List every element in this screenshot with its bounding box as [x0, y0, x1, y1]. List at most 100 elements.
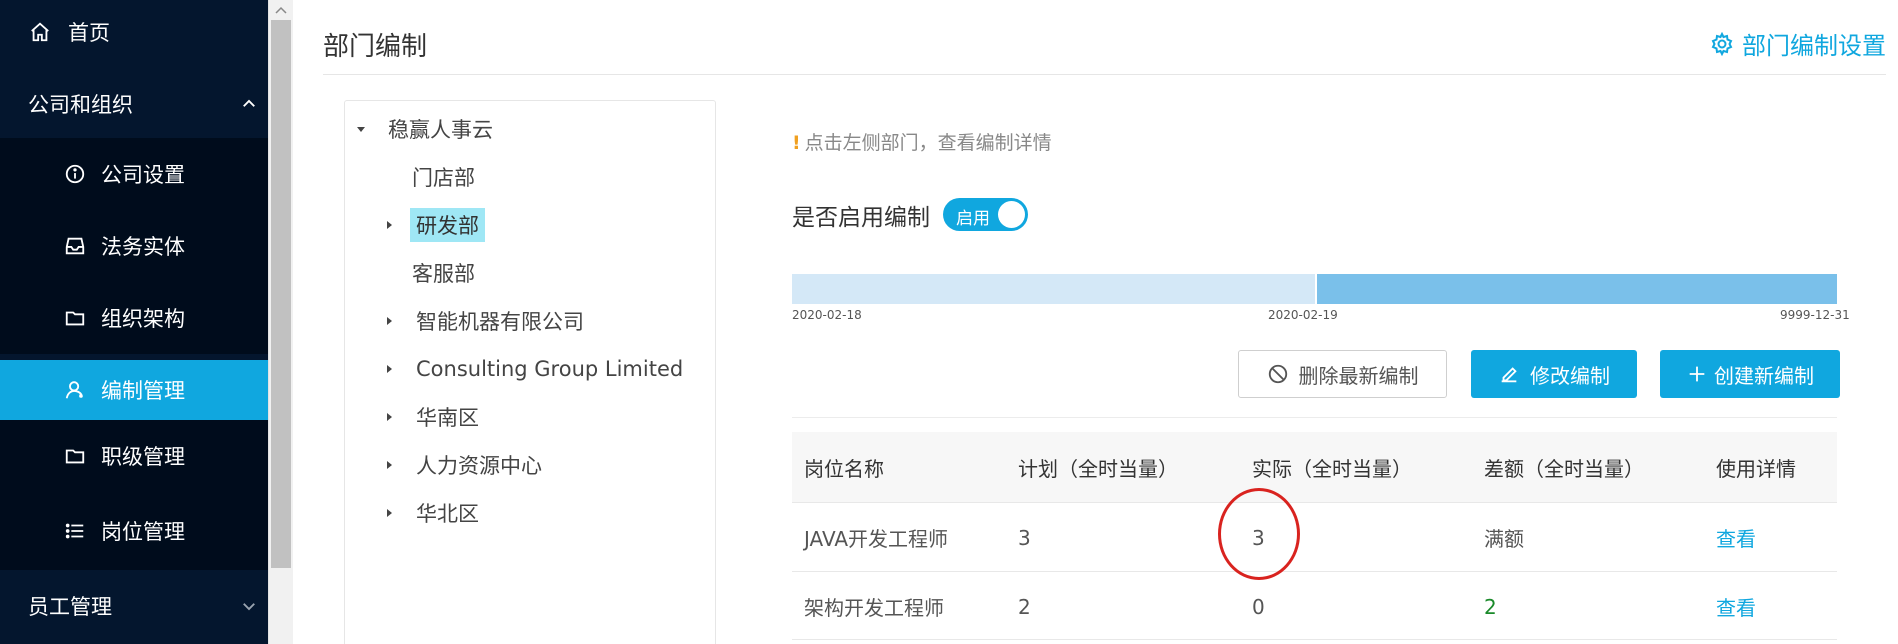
toggle-knob: [998, 201, 1025, 228]
sidebar-item-label: 岗位管理: [101, 520, 185, 544]
button-label: 修改编制: [1530, 363, 1610, 388]
delete-latest-headcount-button[interactable]: 删除最新编制: [1238, 350, 1447, 398]
headcount-timeline: [792, 274, 1837, 304]
folder-icon: [63, 306, 87, 330]
info-icon: [63, 162, 87, 186]
tree-node-label: 客服部: [412, 262, 475, 286]
sidebar-item-label: 组织架构: [101, 307, 185, 331]
caret-right-icon[interactable]: [382, 506, 396, 520]
tree-node-label: 智能机器有限公司: [416, 310, 584, 334]
sidebar-item-label: 职级管理: [101, 445, 185, 469]
sidebar-group-label: 公司和组织: [28, 93, 133, 117]
tree-node-smart-machines[interactable]: 智能机器有限公司: [382, 304, 590, 338]
sidebar-item-label: 首页: [68, 21, 110, 45]
chevron-up-icon: [240, 95, 258, 113]
tree-node-label: 华北区: [416, 502, 479, 526]
tree-node-label: 华南区: [416, 406, 479, 430]
column-header-detail: 使用详情: [1716, 456, 1796, 481]
button-label: 创建新编制: [1714, 363, 1814, 388]
sidebar: 首页 公司和组织 公司设置 法务实体 组织架构 编制管理 职级管理 岗位管理 员…: [0, 0, 268, 644]
caret-right-icon[interactable]: [382, 410, 396, 424]
tree-node-label: 研发部: [410, 208, 485, 242]
enable-headcount-label: 是否启用编制: [792, 205, 930, 231]
tree-node-label: 门店部: [412, 166, 475, 190]
table-row: JAVA开发工程师 3 3 满额 查看: [792, 502, 1837, 571]
hint-text: ! 点击左侧部门，查看编制详情: [792, 128, 1052, 155]
button-label: 删除最新编制: [1298, 363, 1419, 388]
column-header-diff: 差额（全时当量）: [1484, 456, 1644, 481]
sidebar-group-employees[interactable]: 员工管理: [0, 576, 268, 636]
table-row: 架构开发工程师 2 0 2 查看: [792, 571, 1837, 640]
cell-actual: 0: [1252, 594, 1265, 619]
gear-icon: [1710, 31, 1734, 56]
table-header: 岗位名称 计划（全时当量） 实际（全时当量） 差额（全时当量） 使用详情: [792, 432, 1837, 502]
timeline-date-end: 9999-12-31: [1780, 308, 1850, 322]
hint-label: 点击左侧部门，查看编制详情: [804, 132, 1052, 154]
tree-node-north-region[interactable]: 华北区: [382, 496, 485, 530]
warning-mark: !: [792, 132, 801, 154]
cell-plan: 3: [1018, 525, 1031, 550]
sidebar-group-label: 员工管理: [28, 595, 112, 619]
tree-node-rnd[interactable]: 研发部: [382, 208, 485, 242]
tree-node-label: 人力资源中心: [416, 454, 542, 478]
tree-node-store[interactable]: 门店部: [406, 160, 481, 194]
inbox-icon: [63, 234, 87, 258]
edit-headcount-button[interactable]: 修改编制: [1471, 350, 1637, 398]
sidebar-item-home[interactable]: 首页: [0, 2, 268, 62]
sidebar-item-company-settings[interactable]: 公司设置: [0, 138, 268, 210]
tree-node-root[interactable]: 稳赢人事云: [354, 112, 499, 146]
timeline-segment-past[interactable]: [792, 274, 1315, 304]
caret-right-icon[interactable]: [382, 314, 396, 328]
view-detail-link[interactable]: 查看: [1716, 503, 1756, 572]
caret-right-icon[interactable]: [382, 218, 396, 232]
sidebar-item-org-structure[interactable]: 组织架构: [0, 282, 268, 354]
timeline-date-start: 2020-02-18: [792, 308, 862, 322]
scroll-up-arrow-icon[interactable]: [269, 0, 293, 20]
column-header-position: 岗位名称: [804, 456, 884, 481]
column-header-plan: 计划（全时当量）: [1018, 456, 1178, 481]
settings-link-label: 部门编制设置: [1742, 32, 1886, 60]
sidebar-item-positions[interactable]: 岗位管理: [0, 492, 268, 570]
tree-node-hr-center[interactable]: 人力资源中心: [382, 448, 548, 482]
page-title: 部门编制: [323, 32, 428, 62]
ban-icon: [1267, 363, 1289, 385]
table-top-divider: [792, 417, 1837, 418]
enable-headcount-toggle[interactable]: 启用: [943, 198, 1028, 231]
chevron-down-icon: [240, 597, 258, 615]
sidebar-item-headcount[interactable]: 编制管理: [0, 360, 268, 420]
create-headcount-button[interactable]: 创建新编制: [1660, 350, 1840, 398]
caret-right-icon[interactable]: [382, 458, 396, 472]
timeline-segment-current[interactable]: [1317, 274, 1837, 304]
cell-plan: 2: [1018, 594, 1031, 619]
tree-node-south-region[interactable]: 华南区: [382, 400, 485, 434]
caret-down-icon[interactable]: [354, 122, 368, 136]
sidebar-item-label: 编制管理: [101, 379, 185, 403]
cell-diff: 2: [1484, 594, 1497, 619]
caret-right-icon[interactable]: [382, 362, 396, 376]
headcount-settings-link[interactable]: 部门编制设置: [1710, 26, 1886, 61]
scrollbar-thumb[interactable]: [271, 20, 291, 568]
tree-node-customer-service[interactable]: 客服部: [406, 256, 481, 290]
tree-node-label: 稳赢人事云: [388, 118, 493, 142]
table-bottom-divider: [792, 639, 1837, 640]
timeline-date-mid: 2020-02-19: [1268, 308, 1338, 322]
header-divider: [323, 74, 1886, 75]
sidebar-item-job-grade[interactable]: 职级管理: [0, 420, 268, 492]
sidebar-item-legal-entity[interactable]: 法务实体: [0, 210, 268, 282]
cell-position: JAVA开发工程师: [804, 527, 949, 551]
plus-icon: [1686, 363, 1708, 385]
view-detail-link[interactable]: 查看: [1716, 572, 1756, 641]
annotation-circle: [1218, 488, 1300, 580]
sidebar-item-label: 公司设置: [101, 163, 185, 187]
sidebar-scrollbar[interactable]: [268, 0, 293, 644]
edit-icon: [1498, 363, 1520, 385]
home-icon: [28, 20, 52, 44]
cell-position: 架构开发工程师: [804, 596, 944, 620]
list-icon: [63, 519, 87, 543]
sidebar-group-company[interactable]: 公司和组织: [0, 74, 268, 134]
toggle-label: 启用: [956, 209, 990, 229]
folder-icon: [63, 444, 87, 468]
tree-node-label: Consulting Group Limited: [416, 357, 684, 381]
user-icon: [63, 378, 87, 402]
tree-node-consulting[interactable]: Consulting Group Limited: [382, 352, 689, 386]
